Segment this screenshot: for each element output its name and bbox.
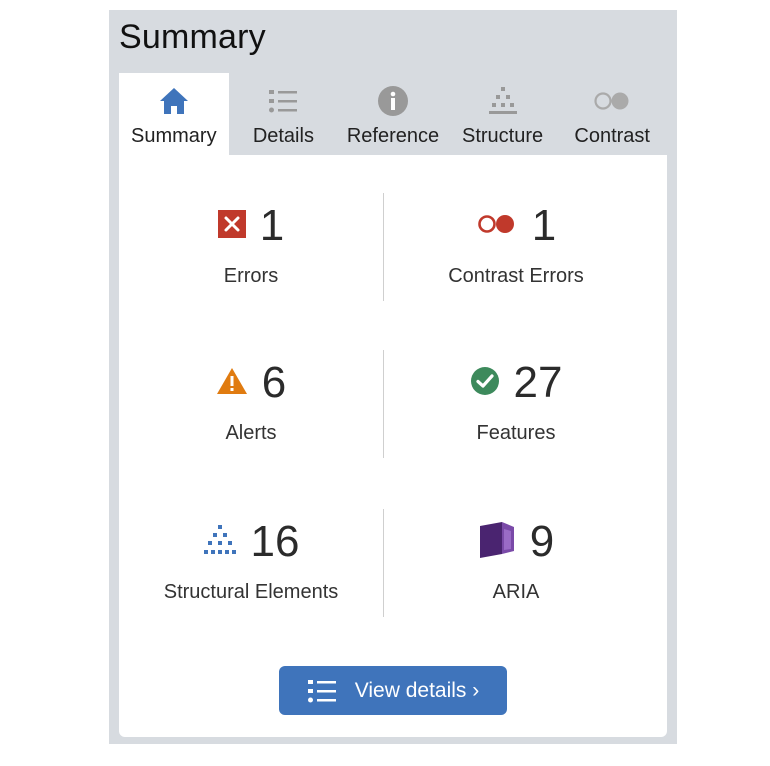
tab-label: Structure [462,125,544,147]
tab-label: Details [252,125,314,147]
structure-icon [203,524,237,561]
tab-details[interactable]: Details [229,73,339,155]
info-icon [377,81,409,121]
tab-label: Reference [346,125,440,147]
aria-icon [478,521,516,564]
tab-bar: Summary Details Reference Structure Cont… [119,73,667,155]
home-icon [158,81,190,121]
structural-elements-stat[interactable]: 16 Structural Elements [119,509,383,619]
features-count: 27 [513,358,563,407]
feature-icon [470,366,500,401]
features-stat[interactable]: 27 Features [384,350,648,460]
errors-stat[interactable]: 1 Errors [119,193,383,303]
summary-content: 1 Errors 1 Contrast Errors 6 Alerts 27 F… [119,155,667,737]
list-icon [307,678,337,704]
contrast-errors-label: Contrast Errors [448,265,584,287]
alerts-stat[interactable]: 6 Alerts [119,350,383,460]
view-details-label: View details › [354,678,480,702]
tab-summary[interactable]: Summary [119,73,229,155]
tab-contrast[interactable]: Contrast [557,73,667,155]
error-icon [217,209,246,243]
alerts-count: 6 [261,358,287,407]
alert-icon [216,367,248,400]
panel-title: Summary [119,18,266,56]
structural-elements-count: 16 [250,517,300,566]
errors-label: Errors [223,265,279,287]
alerts-label: Alerts [225,422,277,444]
contrast-errors-stat[interactable]: 1 Contrast Errors [384,193,648,303]
tab-structure[interactable]: Structure [448,73,558,155]
list-icon [267,81,299,121]
contrast-error-icon [476,212,518,241]
tab-label: Summary [131,125,217,147]
tab-label: Contrast [574,125,650,147]
summary-panel: Summary Summary Details Reference Struct… [109,10,677,744]
aria-count: 9 [529,517,555,566]
aria-stat[interactable]: 9 ARIA [384,509,648,619]
structural-elements-label: Structural Elements [163,581,339,603]
aria-label: ARIA [492,581,540,603]
structure-icon [487,81,519,121]
errors-count: 1 [259,201,285,250]
view-details-button[interactable]: View details › [279,666,507,715]
features-label: Features [476,422,556,444]
contrast-icon [592,81,632,121]
tab-reference[interactable]: Reference [338,73,448,155]
contrast-errors-count: 1 [531,201,557,250]
